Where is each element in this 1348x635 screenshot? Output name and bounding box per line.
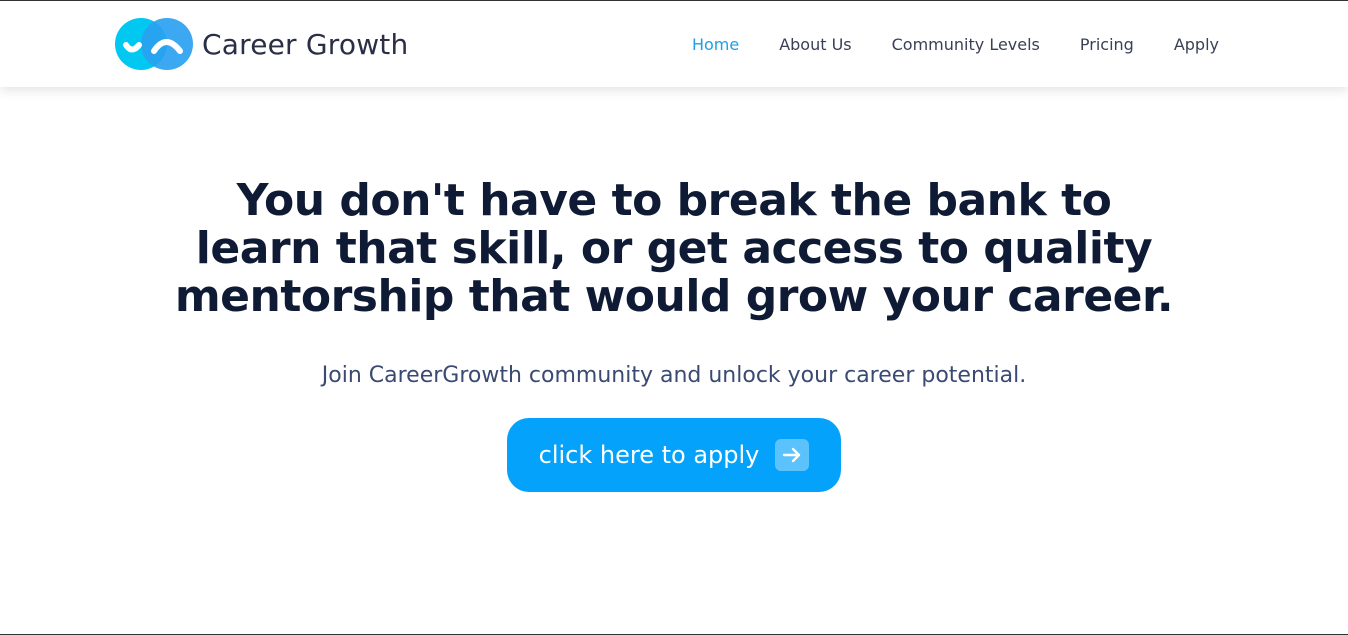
brand[interactable]: Career Growth	[114, 17, 408, 71]
apply-button-label: click here to apply	[538, 441, 760, 469]
hero-section: You don't have to break the bank to lear…	[0, 87, 1348, 492]
hero-subline: Join CareerGrowth community and unlock y…	[321, 363, 1027, 388]
nav-home[interactable]: Home	[692, 35, 739, 54]
site-header: Career Growth Home About Us Community Le…	[0, 1, 1348, 87]
nav-community-levels[interactable]: Community Levels	[892, 35, 1040, 54]
nav-apply[interactable]: Apply	[1174, 35, 1219, 54]
main-nav: Home About Us Community Levels Pricing A…	[692, 1, 1219, 87]
nav-about-us[interactable]: About Us	[779, 35, 851, 54]
brand-name: Career Growth	[202, 27, 409, 61]
apply-button[interactable]: click here to apply	[506, 418, 842, 492]
hero-headline: You don't have to break the bank to lear…	[174, 175, 1174, 322]
career-growth-logo-icon	[114, 17, 194, 71]
arrow-right-icon	[775, 439, 810, 471]
nav-pricing[interactable]: Pricing	[1080, 35, 1134, 54]
